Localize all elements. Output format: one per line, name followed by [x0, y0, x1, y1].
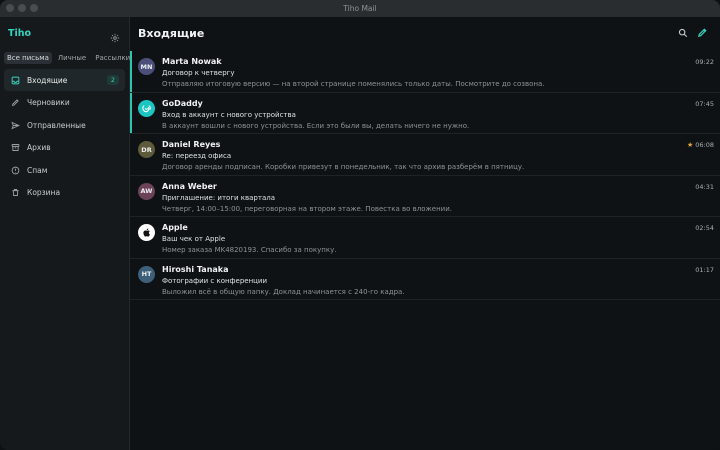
message-time: 09:22: [695, 58, 714, 66]
sidebar-item-label: Корзина: [27, 188, 61, 197]
search-button[interactable]: [677, 27, 688, 38]
avatar: HT: [138, 265, 155, 283]
sender-name: Apple: [162, 223, 188, 232]
mail-window: Tiho Mail Tiho Все письма Личные Рассылк…: [0, 0, 720, 450]
filter-personal[interactable]: Личные: [55, 52, 89, 64]
search-icon: [678, 28, 687, 37]
sidebar-item-trash[interactable]: Корзина: [4, 182, 125, 204]
avatar: [138, 224, 155, 241]
message-row[interactable]: AW Anna Weber Приглашение: итоги квартал…: [130, 176, 720, 217]
time-label: 09:22: [695, 58, 714, 66]
message-subject: Приглашение: итоги квартала: [162, 193, 276, 202]
message-preview: В аккаунт вошли с нового устройства. Есл…: [162, 121, 470, 130]
message-time: 01:17: [695, 266, 714, 274]
sidebar: Tiho Все письма Личные Рассылки Входящие: [0, 17, 130, 450]
archive-icon: [10, 143, 20, 153]
avatar: [138, 99, 155, 117]
compose-pencil-icon: [698, 28, 707, 37]
message-time: 07:45: [695, 100, 714, 108]
message-subject: Ваш чек от Apple: [162, 235, 226, 243]
inbox-icon: [10, 75, 20, 85]
time-label: 01:17: [695, 265, 714, 274]
message-preview: Выложил всё в общую папку. Доклад начина…: [162, 287, 405, 296]
message-time: 02:54: [695, 224, 714, 232]
message-preview: Четверг, 14:00–15:00, переговорная на вт…: [162, 204, 452, 213]
apple-logo-icon: [142, 228, 150, 237]
compose-button[interactable]: [697, 27, 708, 38]
trash-icon: [10, 188, 20, 198]
sender-name: Hiroshi Tanaka: [162, 264, 229, 274]
message-preview: Номер заказа MK4820193. Спасибо за покуп…: [162, 246, 337, 254]
sidebar-item-sent[interactable]: Отправленные: [4, 114, 125, 136]
time-label: 06:08: [695, 141, 714, 149]
filter-all[interactable]: Все письма: [4, 52, 52, 64]
folder-nav: Входящие 2 Черновики Отправленные Архив …: [4, 69, 125, 204]
message-time: 04:31: [695, 183, 714, 191]
sidebar-item-archive[interactable]: Архив: [4, 137, 125, 159]
star-icon[interactable]: ★: [687, 141, 693, 149]
message-row[interactable]: HT Hiroshi Tanaka Фотографии с конференц…: [130, 259, 720, 300]
message-preview: Договор аренды подписан. Коробки привезу…: [162, 163, 525, 171]
list-header: Входящие: [130, 17, 720, 51]
sidebar-item-drafts[interactable]: Черновики: [4, 92, 125, 114]
time-label: 04:31: [695, 182, 714, 191]
sidebar-item-label: Отправленные: [27, 120, 86, 130]
gear-icon: [110, 33, 120, 43]
message-preview: Отправляю итоговую версию — на второй ст…: [162, 80, 545, 88]
page-title: Входящие: [138, 27, 205, 40]
message-row[interactable]: MN Marta Nowak Договор к четвергу Отправ…: [130, 51, 720, 93]
title-bar: Tiho Mail: [0, 0, 720, 17]
sender-name: Daniel Reyes: [162, 140, 221, 149]
sidebar-item-inbox[interactable]: Входящие 2: [4, 69, 125, 91]
sender-name: Marta Nowak: [162, 57, 222, 66]
message-row[interactable]: GoDaddy Вход в аккаунт с нового устройст…: [130, 92, 720, 134]
avatar: MN: [138, 58, 155, 75]
send-icon: [10, 120, 20, 130]
filter-tabs: Все письма Личные Рассылки: [4, 52, 133, 64]
message-subject: Re: переезд офиса: [162, 152, 232, 160]
message-row[interactable]: Apple Ваш чек от Apple Номер заказа MK48…: [130, 217, 720, 259]
message-subject: Договор к четвергу: [162, 69, 235, 77]
time-label: 02:54: [695, 224, 714, 232]
sidebar-item-label: Входящие: [27, 75, 68, 85]
sender-name: Anna Weber: [162, 181, 217, 191]
filter-newsletters[interactable]: Рассылки: [92, 52, 133, 64]
message-list: MN Marta Nowak Договор к четвергу Отправ…: [130, 51, 720, 300]
unread-count-badge: 2: [106, 75, 119, 85]
settings-button[interactable]: [110, 28, 120, 43]
sidebar-item-label: Черновики: [27, 98, 70, 107]
avatar: DR: [138, 141, 155, 158]
message-subject: Вход в аккаунт с нового устройства: [162, 110, 296, 119]
message-list-pane: Входящие MN Marta Nowak Договор к четвер…: [130, 17, 720, 450]
alert-icon: [10, 165, 20, 175]
message-row[interactable]: DR Daniel Reyes Re: переезд офиса Догово…: [130, 134, 720, 176]
sidebar-item-spam[interactable]: Спам: [4, 159, 125, 181]
time-label: 07:45: [695, 99, 714, 108]
window-title: Tiho Mail: [343, 4, 377, 13]
sidebar-item-label: Архив: [27, 143, 51, 152]
message-subject: Фотографии с конференции: [162, 276, 268, 285]
sender-name: GoDaddy: [162, 98, 203, 108]
app-brand: Tiho: [8, 28, 32, 39]
sidebar-item-label: Спам: [27, 165, 48, 175]
godaddy-logo-icon: [142, 104, 151, 112]
message-time: ★ 06:08: [687, 141, 714, 149]
pencil-icon: [10, 98, 20, 108]
avatar: AW: [138, 182, 155, 200]
